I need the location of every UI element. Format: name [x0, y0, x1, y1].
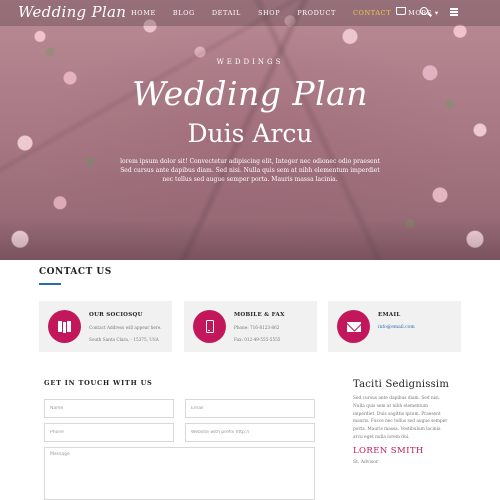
name-field[interactable]: [44, 399, 174, 418]
nav-item-shop[interactable]: SHOP: [258, 9, 280, 17]
card-title: OUR SOCIOSQU: [89, 312, 143, 318]
form-title: GET IN TOUCH WITH US: [44, 379, 153, 387]
nav-item-contact[interactable]: CONTACT: [353, 9, 391, 17]
nav-icons: [396, 7, 428, 15]
address-line-2: South Santa Clara, - 15375, USA: [89, 337, 159, 342]
testimonial-role: St. Advisor: [353, 460, 379, 465]
nav-item-blog[interactable]: BLOG: [173, 9, 195, 17]
nav-item-product[interactable]: PRODUCT: [297, 9, 336, 17]
sidebar-text: Sed cursus ante dapibus diam. Sed nisi. …: [353, 396, 448, 440]
menu-icon[interactable]: [450, 8, 458, 16]
mail-icon: [346, 321, 361, 332]
map-icon: [58, 321, 72, 333]
email-link[interactable]: info@email.com: [378, 325, 415, 330]
hero-subtitle: Duis Arcu: [187, 119, 313, 148]
hero-title: Wedding Plan: [131, 74, 369, 113]
cart-icon[interactable]: [396, 7, 406, 15]
email-icon-circle: [337, 310, 370, 343]
testimonial-name: LOREN SMITH: [353, 446, 424, 456]
address-line-1: Contact Address will appear here.: [89, 325, 162, 330]
card-title: EMAIL: [378, 312, 401, 318]
nav-item-detail[interactable]: DETAIL: [212, 9, 241, 17]
contact-section-title: CONTACT US: [39, 267, 112, 277]
phone-card: MOBILE & FAX Phone: 716-8123-862 Fax: 01…: [184, 301, 317, 352]
sidebar-title: Taciti Sedignissim: [353, 379, 450, 390]
hero-eyebrow: WEDDINGS: [216, 58, 284, 66]
phone-number: Phone: 716-8123-862: [234, 325, 280, 330]
message-field[interactable]: [44, 447, 315, 500]
phone-icon: [205, 320, 214, 333]
phone-field[interactable]: [44, 423, 174, 442]
hero-description: lorem ipsum dolor sit! Convectetur adipi…: [120, 158, 380, 183]
website-field[interactable]: [185, 423, 315, 442]
email-field[interactable]: [185, 399, 315, 418]
address-icon-circle: [48, 310, 81, 343]
phone-icon-circle: [193, 310, 226, 343]
email-card: EMAIL info@email.com: [328, 301, 461, 352]
nav-item-home[interactable]: HOME: [131, 9, 156, 17]
search-icon[interactable]: [420, 7, 428, 15]
title-underline: [39, 283, 61, 285]
card-title: MOBILE & FAX: [234, 312, 285, 318]
site-logo[interactable]: Wedding Plan: [18, 3, 126, 21]
address-card: OUR SOCIOSQU Contact Address will appear…: [39, 301, 172, 352]
fax-number: Fax: 012-49-555-5555: [234, 337, 281, 342]
top-navigation: Wedding Plan HOME BLOG DETAIL SHOP PRODU…: [0, 0, 500, 26]
